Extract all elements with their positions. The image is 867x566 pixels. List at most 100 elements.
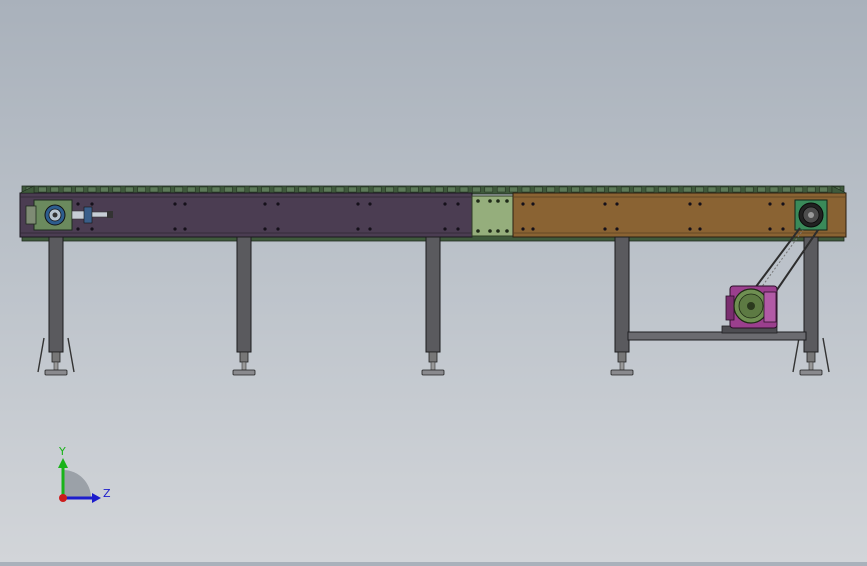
chain-link [199,186,208,193]
leg-brace [67,337,75,373]
bolt-hole [173,202,177,206]
chain-link [658,186,667,193]
chain-link [434,186,444,193]
chain-link [546,186,556,193]
chain-link [62,186,72,193]
bolt-hole [76,202,80,206]
bolt-hole [698,227,702,231]
view-orientation-triad[interactable]: Y Z [58,445,111,503]
chain-link [286,186,295,193]
chain-link [87,186,97,193]
chain-link [50,186,60,193]
bolt-hole [90,202,94,206]
chain-link [224,186,233,193]
bolt-hole [615,202,619,206]
chain-link [571,186,580,193]
bolt-hole [531,202,535,206]
chain-link [707,186,717,193]
bolt-hole [603,227,607,231]
support-leg [232,236,256,376]
chain-link [782,186,791,193]
bolt-hole [276,227,280,231]
leg-foot [421,369,445,376]
bolt-hole [698,202,702,206]
leg-screw [619,361,625,371]
model-viewport[interactable]: Y Z [0,0,867,562]
chain-link [348,186,357,193]
chain-link [633,186,642,193]
chain-link [583,186,593,193]
triad-origin [59,494,67,502]
chain-link [75,186,84,193]
chain-link [372,186,382,193]
conveyor-assembly[interactable] [19,185,847,242]
leg-post [425,236,441,353]
leg-adjuster [806,351,816,363]
bolt-hole [173,227,177,231]
leg-adjuster [428,351,438,363]
bolt-hole [615,227,619,231]
leg-brace [822,337,830,373]
triad-y-label: Y [58,445,66,458]
leg-screw [808,361,814,371]
bolt-hole [781,227,785,231]
chain-link [757,186,766,193]
cad-canvas[interactable]: Y Z [0,0,867,562]
chain-link [385,186,394,193]
triad-z-arrow [92,493,101,503]
chain-link [137,186,146,193]
bolt-hole [76,227,80,231]
bolt-hole [781,202,785,206]
bolt-hole [263,202,267,206]
chain-link [484,186,494,193]
chain-link [310,186,320,193]
chain-link [794,186,804,193]
bolt-hole [368,227,372,231]
chain-link [509,186,518,193]
chain-link [732,186,742,193]
bolt-hole [276,202,280,206]
leg-screw [53,361,59,371]
bolt-hole [368,202,372,206]
support-leg [37,236,75,376]
bolt-hole [521,202,525,206]
chain-link [360,186,370,193]
chain-link [162,186,171,193]
triad-y-arrow [58,458,68,468]
bolt-hole [688,202,692,206]
chain-link [819,186,828,193]
chain-link [608,186,618,193]
chain-link [472,186,481,193]
bolt-hole [183,202,187,206]
chain-link [447,186,456,193]
chain-link [211,186,221,193]
chain-link [521,186,531,193]
bolt-hole [521,227,525,231]
bolt-hole [183,227,187,231]
leg-adjuster [51,351,61,363]
leg-foot [610,369,634,376]
leg-post [236,236,252,353]
chain-link [558,186,568,193]
chain-link [410,186,419,193]
chain-link [620,186,630,193]
bolt-hole [356,202,360,206]
motor-support-brace [627,325,807,341]
bolt-hole [356,227,360,231]
leg-adjuster [617,351,627,363]
chain-link [335,186,345,193]
chain-link [397,186,407,193]
chain-link [422,186,432,193]
chain-link [682,186,692,193]
chain-link [645,186,655,193]
chain-link [186,186,196,193]
bolt-hole [768,227,772,231]
chain-link [273,186,283,193]
drive-sprocket-assembly [794,199,828,231]
bolt-hole [443,227,447,231]
leg-foot [232,369,256,376]
chain-link [124,186,134,193]
bolt-hole [456,227,460,231]
chain-link [496,186,506,193]
support-legs [37,236,830,376]
